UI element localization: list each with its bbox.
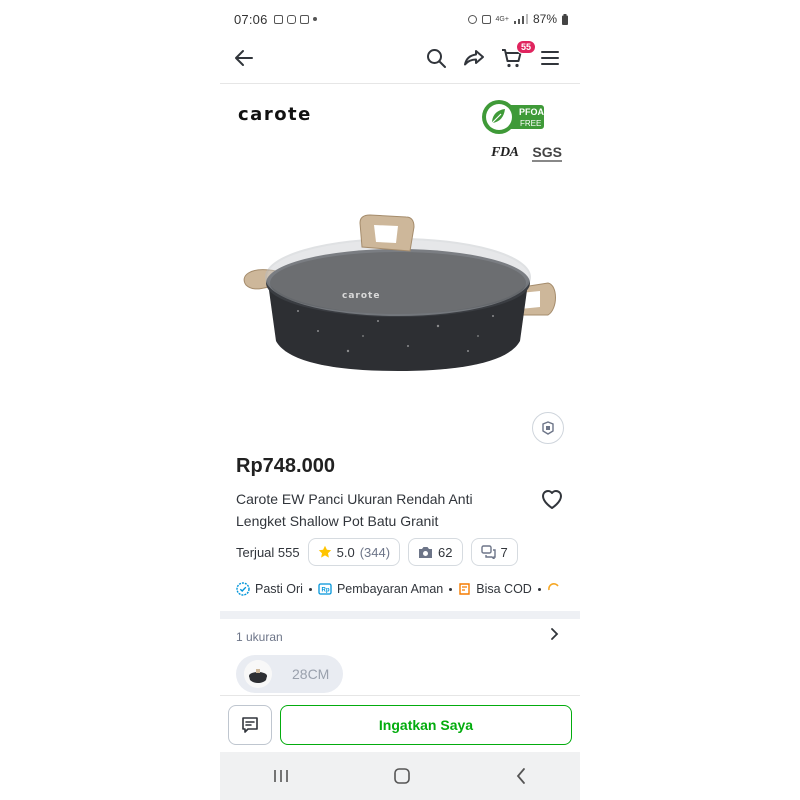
photos-count: 62 xyxy=(438,544,453,560)
star-icon xyxy=(318,545,331,558)
feature-label: Bisa COD xyxy=(476,582,532,596)
back-arrow-icon xyxy=(235,50,253,66)
feature-separator xyxy=(308,587,312,591)
variant-label: 28CM xyxy=(292,666,330,682)
discussions-count: 7 xyxy=(500,544,508,560)
chat-icon xyxy=(242,717,258,733)
rating-count: (344) xyxy=(359,544,391,560)
feature-separator xyxy=(449,587,453,591)
app-screen: 07:06 4G+ 87% 55 carote PFOA FREE FDA SG… xyxy=(220,0,580,800)
status-time: 07:06 xyxy=(234,11,268,27)
chevron-right-icon[interactable] xyxy=(550,627,560,646)
system-icons: 4G+ 87% xyxy=(467,12,568,26)
feature-separator xyxy=(537,587,541,591)
rating-chip[interactable]: 5.0 (344) xyxy=(307,538,401,566)
free-text: FREE xyxy=(520,119,541,128)
heart-icon xyxy=(542,490,562,509)
pot-illustration: carote xyxy=(243,214,556,371)
guarantee-features: Pasti Ori Rp Pembayaran Aman Bisa COD xyxy=(236,582,559,596)
share-button[interactable] xyxy=(462,46,486,70)
discussion-icon xyxy=(480,545,496,559)
bottom-action-bar: Ingatkan Saya xyxy=(220,695,580,751)
product-price: Rp748.000 xyxy=(236,455,335,477)
shop-notification-icon xyxy=(273,14,283,24)
menu-button[interactable] xyxy=(538,46,562,70)
search-icon xyxy=(427,49,446,68)
rating-value: 5.0 xyxy=(336,544,355,560)
system-navigation-bar xyxy=(220,752,580,800)
payment-icon: Rp xyxy=(318,583,332,595)
battery-percent: 87% xyxy=(532,12,557,26)
pfoa-free-badge: PFOA FREE xyxy=(482,100,545,134)
sold-count: Terjual 555 xyxy=(236,544,300,560)
home-icon[interactable] xyxy=(393,767,411,785)
photos-chip[interactable]: 62 xyxy=(408,538,463,566)
chat-seller-button[interactable] xyxy=(228,705,272,745)
cod-icon xyxy=(459,583,470,595)
vibrate-icon xyxy=(481,14,491,24)
pfoa-text: PFOA xyxy=(519,107,545,117)
feature-label: Pasti Ori xyxy=(255,582,303,596)
wishlist-button[interactable] xyxy=(540,488,564,510)
network-type: 4G+ xyxy=(495,15,509,23)
alarm-icon xyxy=(467,14,477,24)
menu-icon xyxy=(541,51,559,65)
back-button[interactable] xyxy=(232,46,256,70)
status-bar: 07:06 4G+ 87% xyxy=(220,0,580,38)
cart-count-badge: 55 xyxy=(515,40,536,54)
variant-heading[interactable]: 1 ukuran xyxy=(236,630,283,644)
product-title: Carote EW Panci Ukuran Rendah Anti Lengk… xyxy=(236,491,473,529)
feature-cod: Bisa COD xyxy=(458,582,532,596)
remind-me-button[interactable]: Ingatkan Saya xyxy=(280,705,572,745)
verified-badge-icon xyxy=(236,582,250,596)
fda-logo: FDA xyxy=(491,145,519,160)
sgs-logo: SGS xyxy=(532,144,562,162)
ar-view-icon xyxy=(542,421,554,435)
cart-button[interactable]: 55 xyxy=(500,40,536,70)
variant-option[interactable]: 28CM xyxy=(236,655,343,693)
feature-label: Pembayaran Aman xyxy=(336,582,444,596)
variant-thumbnail xyxy=(244,660,272,688)
product-image[interactable]: carote PFOA FREE FDA SGS carote xyxy=(220,86,580,456)
top-nav-bar: 55 xyxy=(220,38,580,84)
message-notification-icon xyxy=(299,14,309,24)
feature-more xyxy=(547,582,559,596)
share-icon xyxy=(464,50,484,66)
system-back-icon[interactable] xyxy=(514,767,528,785)
discussions-chip[interactable]: 7 xyxy=(470,538,518,566)
svg-text:Rp: Rp xyxy=(321,588,329,594)
more-feature-icon xyxy=(547,583,559,591)
certifications: FDA SGS xyxy=(491,144,562,162)
section-divider xyxy=(220,611,580,619)
product-stats: Terjual 555 5.0 (344) 62 7 xyxy=(236,538,518,566)
signal-icon xyxy=(513,14,528,24)
instagram-notification-icon xyxy=(286,14,296,24)
recent-apps-icon[interactable] xyxy=(272,768,290,784)
more-notifications-icon xyxy=(312,17,317,21)
brand-logo: carote xyxy=(238,104,312,125)
feature-original: Pasti Ori xyxy=(236,582,303,596)
notification-icons xyxy=(273,14,317,24)
camera-icon xyxy=(419,546,433,558)
view-in-room-button[interactable] xyxy=(532,412,564,444)
pot-brand-text: carote xyxy=(342,291,380,301)
feature-safe-payment: Rp Pembayaran Aman xyxy=(318,582,443,596)
battery-icon xyxy=(562,13,568,25)
search-button[interactable] xyxy=(424,46,448,70)
